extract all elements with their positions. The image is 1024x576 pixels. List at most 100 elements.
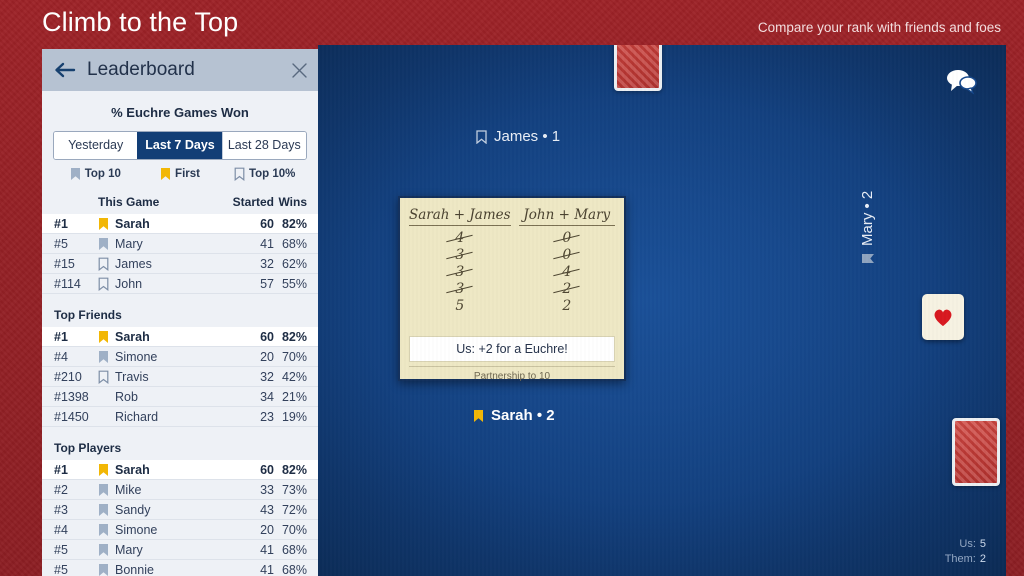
range-tab-last-28-days[interactable]: Last 28 Days <box>222 132 306 159</box>
section-title: This Game <box>98 195 222 209</box>
scorepad-tally: 4 <box>556 264 577 280</box>
close-icon[interactable] <box>291 62 308 79</box>
bookmark-filled-gold-icon <box>98 217 109 231</box>
player-tag-mary-label: Mary • 2 <box>859 191 876 246</box>
player-tag-james: James • 1 <box>476 128 560 145</box>
row-badge <box>98 330 115 344</box>
row-rank: #1 <box>54 463 98 477</box>
row-started: 41 <box>222 563 274 576</box>
player-tag-sarah-label: Sarah • 2 <box>491 407 555 424</box>
scorepad-column-header: John + Mary <box>519 207 615 226</box>
range-tab-yesterday[interactable]: Yesterday <box>54 132 137 159</box>
row-started: 20 <box>222 350 274 364</box>
row-wins: 82% <box>274 463 318 477</box>
table-row[interactable]: #5 Mary4168% <box>42 234 318 254</box>
bookmark-outline-icon <box>476 130 487 144</box>
row-player-name: Sarah <box>115 463 222 477</box>
table-row[interactable]: #1Sarah6082% <box>42 214 318 234</box>
row-started: 20 <box>222 523 274 537</box>
row-started: 33 <box>222 483 274 497</box>
badge-legend-label: Top 10% <box>249 168 295 180</box>
row-started: 41 <box>222 237 274 251</box>
row-wins: 19% <box>274 410 318 424</box>
scorepad-tally: 5 <box>449 298 470 314</box>
bookmark-filled-gray-icon <box>861 253 875 264</box>
badge-legend-label: Top 10 <box>85 168 121 180</box>
scorepad-tally-list: 00422 <box>556 230 577 314</box>
table-row[interactable]: #1450Richard2319% <box>42 407 318 427</box>
row-badge <box>98 463 115 477</box>
scorepad-footer: Partnership to 10 <box>409 366 615 382</box>
played-card-hearts[interactable] <box>922 294 964 340</box>
table-row[interactable]: #114John5755% <box>42 274 318 294</box>
card-back-top <box>614 45 662 91</box>
bookmark-filled-gray-icon <box>98 350 109 364</box>
bookmark-filled-gray-icon <box>98 543 109 557</box>
scorepad[interactable]: Sarah + James43335John + Mary00422 Us: +… <box>398 196 626 381</box>
row-wins: 21% <box>274 390 318 404</box>
leaderboard-sections: This GameStartedWins#1Sarah6082%#5Mary41… <box>42 195 318 576</box>
row-started: 34 <box>222 390 274 404</box>
row-rank: #1450 <box>54 410 98 424</box>
table-row[interactable]: #1Sarah6082% <box>42 460 318 480</box>
scorepad-banner: Us: +2 for a Euchre! <box>409 336 615 362</box>
table-row[interactable]: #210Travis3242% <box>42 367 318 387</box>
column-header-started: Started <box>222 195 274 209</box>
row-started: 57 <box>222 277 274 291</box>
table-row[interactable]: #4Simone2070% <box>42 347 318 367</box>
row-wins: 68% <box>274 563 318 576</box>
row-player-name: Mary <box>115 237 222 251</box>
running-score-them-value: 2 <box>980 553 986 565</box>
table-row[interactable]: #5Bonnie4168% <box>42 560 318 576</box>
running-score-them: Them:2 <box>945 552 986 567</box>
scorepad-tally: 0 <box>556 247 577 263</box>
row-player-name: Sarah <box>115 217 222 231</box>
row-player-name: John <box>115 277 222 291</box>
bookmark-outline-icon <box>98 370 109 384</box>
table-row[interactable]: #1Sarah6082% <box>42 327 318 347</box>
row-badge <box>98 217 115 231</box>
bookmark-outline-icon <box>98 277 109 291</box>
table-row[interactable]: #2Mike3373% <box>42 480 318 500</box>
row-rank: #5 <box>54 237 98 251</box>
back-arrow-icon[interactable] <box>54 61 76 79</box>
leaderboard-header: Leaderboard <box>42 49 318 91</box>
player-tag-mary: Mary • 2 <box>859 191 876 264</box>
row-started: 23 <box>222 410 274 424</box>
bookmark-filled-gray-icon <box>98 503 109 517</box>
header-tagline: Compare your rank with friends and foes <box>758 20 1001 35</box>
table-row[interactable]: #4Simone2070% <box>42 520 318 540</box>
running-score-us-label: Us: <box>959 538 976 550</box>
scorepad-tally: 3 <box>449 281 470 297</box>
scorepad-tally: 3 <box>449 264 470 280</box>
badge-legend-first: First <box>138 167 223 181</box>
bookmark-filled-gold-icon <box>98 463 109 477</box>
bookmark-filled-gray-icon <box>98 483 109 497</box>
chat-bubbles-icon[interactable] <box>944 67 978 95</box>
scorepad-column-1: Sarah + James43335 <box>409 207 511 331</box>
badge-legend-top-10-: Top 10% <box>222 167 307 181</box>
row-wins: 55% <box>274 277 318 291</box>
game-table: James • 1 Mary • 2 Sarah • 2 Sarah + Jam… <box>318 45 1006 576</box>
row-badge <box>98 483 115 497</box>
row-started: 41 <box>222 543 274 557</box>
row-wins: 68% <box>274 543 318 557</box>
leaderboard-section-top-friends: Top Friends#1Sarah6082%#4Simone2070%#210… <box>42 308 318 427</box>
bookmark-filled-gold-icon <box>98 330 109 344</box>
row-badge <box>98 563 115 576</box>
leaderboard-column-header: This GameStartedWins <box>42 195 318 214</box>
row-rank: #3 <box>54 503 98 517</box>
row-wins: 68% <box>274 237 318 251</box>
scorepad-column-2: John + Mary 00422 <box>519 207 615 331</box>
section-title: Top Players <box>42 441 318 460</box>
row-wins: 82% <box>274 330 318 344</box>
table-row[interactable]: #15James3262% <box>42 254 318 274</box>
table-row[interactable]: #1398Rob3421% <box>42 387 318 407</box>
page-title: Climb to the Top <box>42 7 238 38</box>
bookmark-filled-gray-icon <box>98 523 109 537</box>
table-row[interactable]: #5Mary4168% <box>42 540 318 560</box>
table-row[interactable]: #3Sandy4372% <box>42 500 318 520</box>
range-tab-last-7-days[interactable]: Last 7 Days <box>137 132 221 159</box>
app-header: Climb to the Top Compare your rank with … <box>0 0 1024 45</box>
scorepad-tally: 4 <box>449 230 470 246</box>
